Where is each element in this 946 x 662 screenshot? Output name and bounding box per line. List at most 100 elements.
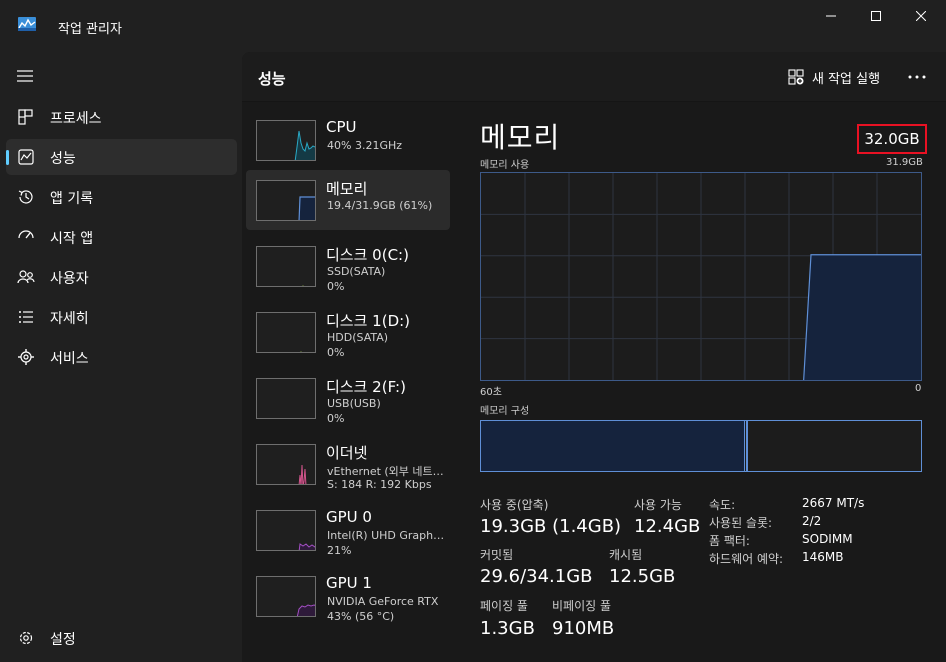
device-gpu-1[interactable]: GPU 1 NVIDIA GeForce RTX 43% (56 °C) [246,566,450,626]
device-detail: vEthernet (외부 네트워크) [327,465,447,478]
spec-slots-label: 사용된 슬롯: [709,516,773,530]
close-icon [916,11,926,21]
graph-time-end: 0 [915,383,922,394]
close-button[interactable] [898,0,944,32]
services-icon [18,349,34,365]
nav-item-startup-apps[interactable]: 시작 앱 [6,219,237,255]
spec-speed-label: 속도: [709,498,736,512]
usage-graph-label: 메모리 사용 [480,160,530,171]
device-detail: 40% 3.21GHz [327,139,403,152]
device-detail: USB(USB) [327,397,381,410]
maximize-button[interactable] [853,0,899,32]
window-title: 작업 관리자 [58,22,122,37]
composition-modified [746,421,748,471]
nav-item-processes[interactable]: 프로세스 [6,99,237,135]
nav-item-app-history[interactable]: 앱 기록 [6,179,237,215]
nav-item-details[interactable]: 자세히 [6,299,237,335]
performance-icon [18,149,34,165]
users-icon [17,270,35,284]
total-memory-value: 32.0GB [857,124,927,154]
memory-usage-graph [480,172,922,381]
minimize-icon [826,15,836,17]
device-name: 디스크 0(C:) [326,246,409,264]
device-throughput: S: 184 R: 192 Kbps [327,478,432,491]
composition-label: 메모리 구성 [480,406,530,417]
page-header: 성능 새 작업 실행 [242,52,946,102]
device-usage: 0% [327,346,345,359]
processes-icon [18,109,33,125]
main-panel: 성능 새 작업 실행 CPU 40% 3.21GHz 메모리 19.4/31.9… [242,52,946,662]
memory-usage-chart [481,173,921,381]
device-usage: 43% (56 °C) [327,610,395,623]
device-name: 디스크 2(F:) [326,378,406,396]
detail-title: 메모리 [480,121,561,154]
nav-item-performance[interactable]: 성능 [6,139,237,175]
gpu0-thumbnail-graph [256,510,316,551]
title-bar: 작업 관리자 [0,0,946,52]
more-options-icon [908,75,926,79]
spec-speed-value: 2667 MT/s [802,496,865,510]
cached-value: 12.5GB [609,566,676,587]
startup-icon [18,230,34,239]
run-new-task-button[interactable]: 새 작업 실행 [782,62,886,92]
available-label: 사용 가능 [634,498,682,512]
spec-hw-reserved-label: 하드웨어 예약: [709,552,784,566]
memory-composition-bar [480,420,922,472]
cpu-thumbnail-graph [256,120,316,161]
history-icon [18,190,33,204]
spec-slots-value: 2/2 [802,514,822,528]
memory-thumbnail-graph [256,180,316,221]
device-detail: NVIDIA GeForce RTX [327,595,439,608]
device-name: CPU [326,118,357,136]
disk2-thumbnail-graph [256,378,316,419]
hamburger-menu-icon[interactable] [16,69,34,83]
device-name: GPU 0 [326,508,372,526]
spec-form-factor-label: 폼 팩터: [709,534,750,548]
device-disk-1[interactable]: 디스크 1(D:) HDD(SATA) 0% [246,302,450,362]
graph-time-start: 60초 [480,387,502,398]
more-options-button[interactable] [902,62,932,92]
device-name: GPU 1 [326,574,372,592]
device-usage: 0% [327,412,345,425]
nav-item-users[interactable]: 사용자 [6,259,237,295]
total-memory-text: 32.0GB [864,130,920,148]
committed-value: 29.6/34.1GB [480,566,593,587]
device-usage: 21% [327,544,352,557]
nav-label: 시작 앱 [50,231,94,247]
task-manager-icon [18,17,36,31]
minimize-button[interactable] [808,0,854,32]
device-detail: SSD(SATA) [327,265,386,278]
nav-label: 성능 [50,151,76,167]
device-cpu[interactable]: CPU 40% 3.21GHz [246,110,450,170]
maximize-icon [871,11,881,21]
device-usage: 0% [327,280,345,293]
page-title: 성능 [258,70,286,88]
device-detail: HDD(SATA) [327,331,389,344]
disk1-thumbnail-graph [256,312,316,353]
nonpaged-pool-label: 비페이징 풀 [552,599,612,613]
nav-label: 프로세스 [50,111,102,127]
new-task-icon [788,69,804,85]
composition-in-use [481,421,745,471]
spec-form-factor-value: SODIMM [802,532,853,546]
committed-label: 커밋됨 [480,548,514,562]
nav-item-settings[interactable]: 설정 [6,620,237,656]
settings-gear-icon [19,631,33,645]
device-gpu-0[interactable]: GPU 0 Intel(R) UHD Graphics 21% [246,500,450,560]
device-memory[interactable]: 메모리 19.4/31.9GB (61%) [246,170,450,230]
selection-indicator [6,150,9,165]
nav-label: 자세히 [50,311,89,327]
cached-label: 캐시됨 [609,548,643,562]
spec-hw-reserved-value: 146MB [802,550,844,564]
in-use-value: 19.3GB (1.4GB) [480,516,622,537]
device-detail: 19.4/31.9GB (61%) [327,199,433,212]
in-use-label: 사용 중(압축) [480,498,549,512]
paged-pool-value: 1.3GB [480,618,535,639]
nav-label: 사용자 [50,271,89,287]
device-ethernet[interactable]: 이더넷 vEthernet (외부 네트워크) S: 184 R: 192 Kb… [246,434,450,494]
device-disk-2[interactable]: 디스크 2(F:) USB(USB) 0% [246,368,450,428]
nav-item-services[interactable]: 서비스 [6,339,237,375]
ethernet-thumbnail-graph [256,444,316,485]
device-disk-0[interactable]: 디스크 0(C:) SSD(SATA) 0% [246,236,450,296]
nav-label: 앱 기록 [50,191,94,207]
